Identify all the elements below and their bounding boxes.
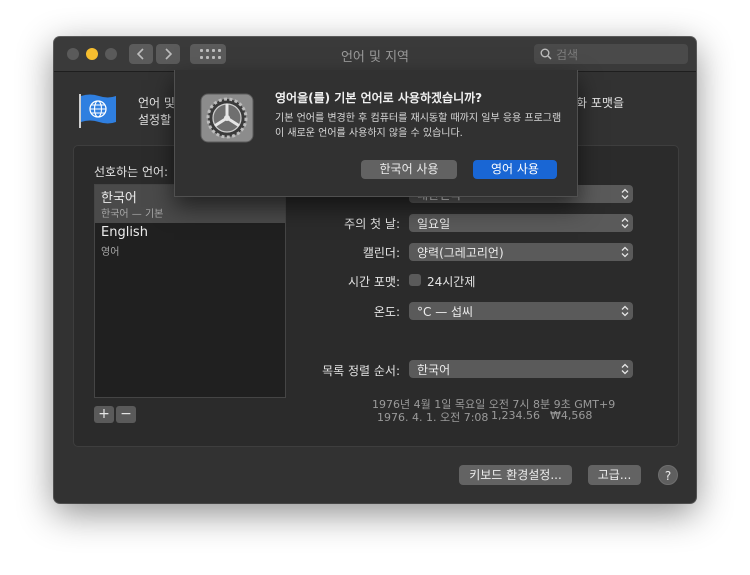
list-sort-value: 한국어 bbox=[417, 363, 451, 377]
calendar-select[interactable]: 양력(그레고리언) bbox=[409, 243, 633, 261]
language-subtitle: 한국어 — 기본 bbox=[101, 209, 164, 220]
advanced-button[interactable]: 고급... bbox=[588, 465, 641, 485]
intro-text-line1: 언어 및 bbox=[138, 96, 175, 110]
use-korean-button[interactable]: 한국어 사용 bbox=[361, 160, 457, 179]
preferred-languages-label: 선호하는 언어: bbox=[94, 165, 169, 179]
flag-globe-icon bbox=[79, 94, 116, 128]
remove-language-button[interactable]: − bbox=[116, 406, 136, 423]
calendar-value: 양력(그레고리언) bbox=[417, 246, 504, 260]
first-day-value: 일요일 bbox=[417, 217, 451, 231]
time-format-label: 시간 포맷: bbox=[347, 275, 400, 289]
search-field[interactable]: 검색 bbox=[534, 44, 688, 64]
updown-chevron-icon bbox=[621, 217, 629, 229]
updown-chevron-icon bbox=[621, 188, 629, 200]
24-hour-label: 24시간제 bbox=[427, 275, 476, 289]
temperature-label: 온도: bbox=[373, 305, 400, 319]
search-icon bbox=[540, 48, 552, 60]
first-day-select[interactable]: 일요일 bbox=[409, 214, 633, 232]
add-language-button[interactable]: + bbox=[94, 406, 114, 423]
first-day-label: 주의 첫 날: bbox=[344, 217, 400, 231]
24-hour-checkbox[interactable] bbox=[409, 274, 421, 286]
calendar-label: 캘린더: bbox=[362, 246, 400, 260]
temperature-select[interactable]: °C — 섭씨 bbox=[409, 302, 633, 320]
list-sort-label: 목록 정렬 순서: bbox=[322, 364, 400, 378]
temperature-value: °C — 섭씨 bbox=[417, 305, 474, 319]
intro-text-line2: 설정할 bbox=[138, 113, 172, 127]
preferred-languages-list[interactable]: 한국어 한국어 — 기본 English 영어 bbox=[94, 184, 286, 398]
title-bar: 언어 및 지역 검색 bbox=[54, 37, 696, 72]
language-name: English bbox=[101, 225, 148, 240]
keyboard-preferences-button[interactable]: 키보드 환경설정... bbox=[459, 465, 572, 485]
language-item-english[interactable]: English 영어 bbox=[95, 223, 285, 261]
list-sort-select[interactable]: 한국어 bbox=[409, 360, 633, 378]
use-english-button[interactable]: 영어 사용 bbox=[473, 160, 557, 179]
updown-chevron-icon bbox=[621, 363, 629, 375]
language-name: 한국어 bbox=[101, 191, 137, 206]
help-button[interactable]: ? bbox=[658, 465, 678, 485]
language-subtitle: 영어 bbox=[101, 247, 120, 258]
sheet-title: 영어을(를) 기본 언어로 사용하겠습니까? bbox=[275, 91, 483, 105]
updown-chevron-icon bbox=[621, 246, 629, 258]
sheet-message: 기본 언어를 변경한 후 컴퓨터를 재시동할 때까지 일부 응용 프로그램이 새… bbox=[275, 113, 562, 139]
search-placeholder: 검색 bbox=[556, 48, 579, 62]
updown-chevron-icon bbox=[621, 305, 629, 317]
confirm-language-sheet: 영어을(를) 기본 언어로 사용하겠습니까? 기본 언어를 변경한 후 컴퓨터를… bbox=[174, 70, 578, 197]
sample-currency: ₩4,568 bbox=[550, 409, 593, 422]
system-preferences-gear-icon bbox=[200, 93, 254, 143]
